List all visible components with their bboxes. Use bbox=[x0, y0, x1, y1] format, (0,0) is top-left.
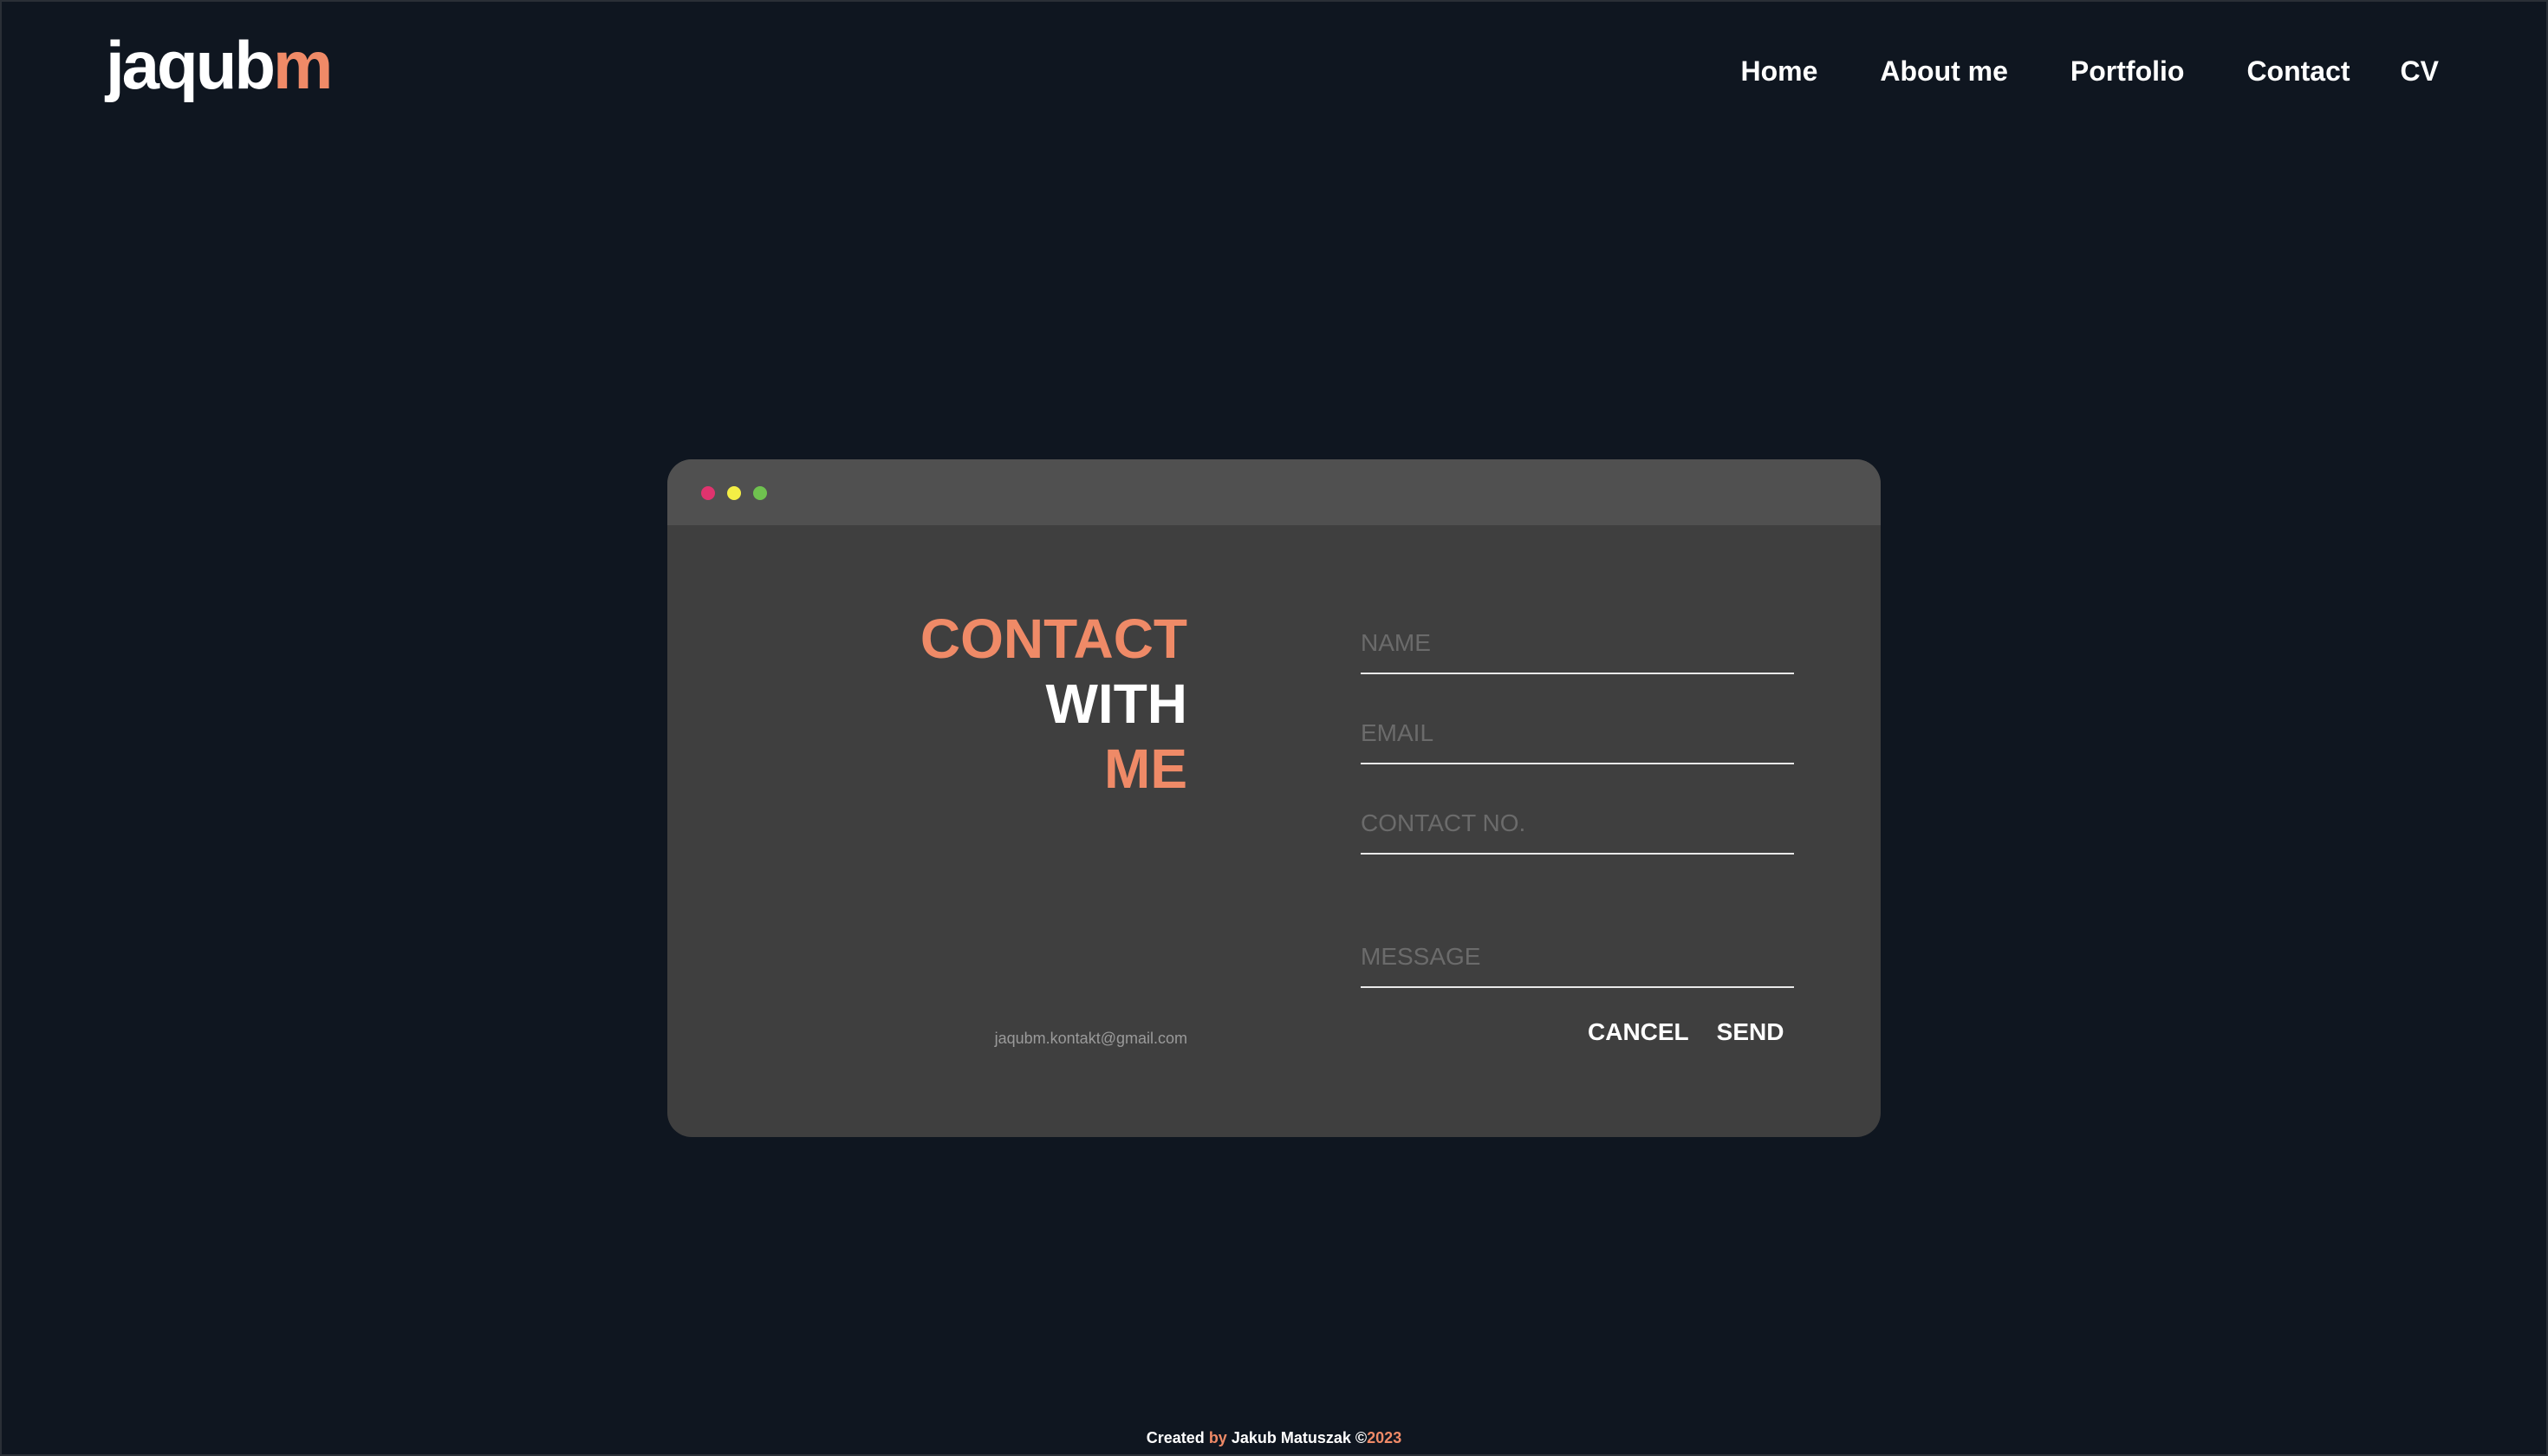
footer-by: by bbox=[1208, 1429, 1227, 1446]
site-header: jaqubm Home About me Portfolio Contact C… bbox=[0, 0, 2548, 147]
heading-line-me: ME bbox=[1104, 738, 1187, 800]
message-input[interactable] bbox=[1361, 943, 1794, 971]
email-input[interactable] bbox=[1361, 719, 1794, 747]
nav-contact[interactable]: Contact bbox=[2246, 54, 2350, 88]
nav-about-me[interactable]: About me bbox=[1880, 54, 2008, 88]
footer-year: 2023 bbox=[1367, 1429, 1402, 1446]
footer-created: Created bbox=[1146, 1429, 1209, 1446]
heading-line-contact: CONTACT bbox=[920, 608, 1187, 670]
contact-number-field bbox=[1361, 801, 1794, 855]
main-nav: Home About me Portfolio Contact CV bbox=[1678, 54, 2439, 88]
name-field bbox=[1361, 621, 1794, 674]
footer-author: Jakub Matuszak © bbox=[1226, 1429, 1368, 1446]
logo-accent: m bbox=[273, 27, 333, 103]
nav-cv[interactable]: CV bbox=[2401, 54, 2439, 88]
logo-main: jaqub bbox=[106, 27, 276, 103]
contact-number-input[interactable] bbox=[1361, 809, 1794, 837]
window-titlebar bbox=[667, 459, 1881, 525]
nav-home[interactable]: Home bbox=[1740, 54, 1817, 88]
maximize-dot-icon bbox=[753, 486, 767, 500]
heading-line-with: WITH bbox=[1045, 673, 1188, 735]
message-field bbox=[1361, 934, 1794, 988]
email-field bbox=[1361, 711, 1794, 764]
send-button[interactable]: SEND bbox=[1717, 1017, 1784, 1047]
cancel-button[interactable]: CANCEL bbox=[1588, 1017, 1689, 1047]
logo[interactable]: jaqubm bbox=[106, 31, 333, 99]
minimize-dot-icon bbox=[727, 486, 741, 500]
site-footer: Created by Jakub Matuszak ©2023 bbox=[0, 1428, 2548, 1447]
contact-email[interactable]: jaqubm.kontakt@gmail.com bbox=[995, 1030, 1187, 1048]
contact-heading: CONTACT WITH ME bbox=[920, 607, 1187, 802]
contact-window: CONTACT WITH ME jaqubm.kontakt@gmail.com… bbox=[667, 459, 1881, 1137]
close-dot-icon bbox=[701, 486, 715, 500]
nav-portfolio[interactable]: Portfolio bbox=[2070, 54, 2185, 88]
name-input[interactable] bbox=[1361, 629, 1794, 657]
form-actions: CANCEL SEND bbox=[1588, 1017, 1784, 1047]
